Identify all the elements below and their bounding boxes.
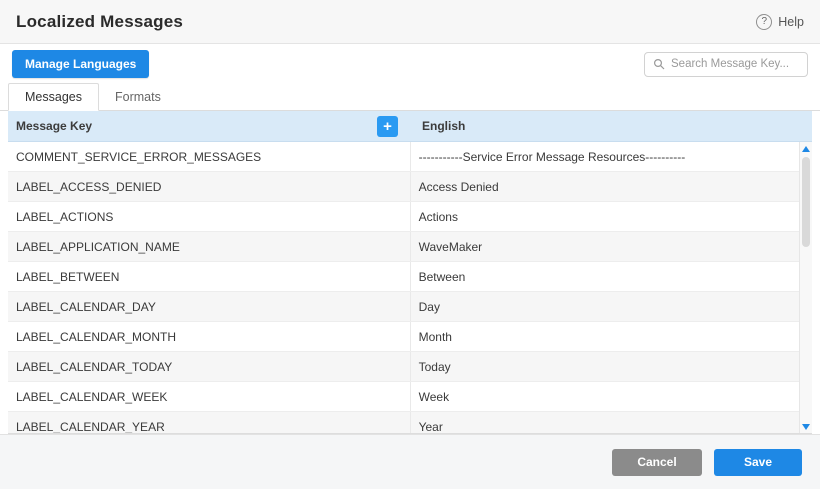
search-box[interactable] bbox=[644, 52, 808, 77]
row-english-value: Between bbox=[411, 262, 799, 291]
localized-messages-dialog: Localized Messages ? Help Manage Languag… bbox=[0, 0, 820, 489]
table-row[interactable]: LABEL_CALENDAR_DAY Day bbox=[8, 292, 799, 322]
table-row[interactable]: COMMENT_SERVICE_ERROR_MESSAGES ---------… bbox=[8, 142, 799, 172]
dialog-header: Localized Messages ? Help bbox=[0, 0, 820, 44]
search-icon bbox=[653, 58, 665, 70]
scroll-down-button[interactable] bbox=[800, 420, 813, 433]
row-message-key: COMMENT_SERVICE_ERROR_MESSAGES bbox=[8, 142, 411, 171]
row-english-value: Today bbox=[411, 352, 799, 381]
table-row[interactable]: LABEL_CALENDAR_TODAY Today bbox=[8, 352, 799, 382]
column-header-english: English bbox=[414, 111, 812, 141]
row-message-key: LABEL_CALENDAR_TODAY bbox=[8, 352, 411, 381]
scrollbar-thumb[interactable] bbox=[802, 157, 810, 247]
row-english-value: Month bbox=[411, 322, 799, 351]
table-row[interactable]: LABEL_ACCESS_DENIED Access Denied bbox=[8, 172, 799, 202]
manage-languages-button[interactable]: Manage Languages bbox=[12, 50, 149, 78]
row-english-value: Day bbox=[411, 292, 799, 321]
dialog-footer: Cancel Save bbox=[0, 434, 820, 489]
scroll-up-button[interactable] bbox=[800, 142, 813, 155]
table-row[interactable]: LABEL_CALENDAR_YEAR Year bbox=[8, 412, 799, 434]
row-message-key: LABEL_ACTIONS bbox=[8, 202, 411, 231]
tab-formats[interactable]: Formats bbox=[99, 84, 177, 110]
row-message-key: LABEL_CALENDAR_DAY bbox=[8, 292, 411, 321]
row-message-key: LABEL_BETWEEN bbox=[8, 262, 411, 291]
table-row[interactable]: LABEL_APPLICATION_NAME WaveMaker bbox=[8, 232, 799, 262]
row-english-value: -----------Service Error Message Resourc… bbox=[411, 142, 799, 171]
cancel-button[interactable]: Cancel bbox=[612, 449, 702, 476]
help-button[interactable]: ? Help bbox=[756, 14, 804, 30]
row-english-value: Year bbox=[411, 412, 799, 434]
row-message-key: LABEL_CALENDAR_MONTH bbox=[8, 322, 411, 351]
question-circle-icon: ? bbox=[756, 14, 772, 30]
arrow-down-icon bbox=[802, 424, 810, 430]
row-message-key: LABEL_CALENDAR_YEAR bbox=[8, 412, 411, 434]
table-row[interactable]: LABEL_BETWEEN Between bbox=[8, 262, 799, 292]
table-body: COMMENT_SERVICE_ERROR_MESSAGES ---------… bbox=[8, 142, 812, 434]
row-message-key: LABEL_ACCESS_DENIED bbox=[8, 172, 411, 201]
table-header-row: Message Key + English bbox=[8, 111, 812, 142]
row-english-value: WaveMaker bbox=[411, 232, 799, 261]
row-english-value: Week bbox=[411, 382, 799, 411]
row-english-value: Access Denied bbox=[411, 172, 799, 201]
tab-bar: Messages Formats bbox=[0, 84, 820, 111]
vertical-scrollbar[interactable] bbox=[799, 142, 812, 433]
column-header-message-key: Message Key + bbox=[8, 111, 414, 141]
table-row[interactable]: LABEL_ACTIONS Actions bbox=[8, 202, 799, 232]
search-input[interactable] bbox=[671, 58, 799, 70]
arrow-up-icon bbox=[802, 146, 810, 152]
table-rows: COMMENT_SERVICE_ERROR_MESSAGES ---------… bbox=[8, 142, 799, 434]
table-row[interactable]: LABEL_CALENDAR_MONTH Month bbox=[8, 322, 799, 352]
row-english-value: Actions bbox=[411, 202, 799, 231]
row-message-key: LABEL_CALENDAR_WEEK bbox=[8, 382, 411, 411]
row-message-key: LABEL_APPLICATION_NAME bbox=[8, 232, 411, 261]
page-title: Localized Messages bbox=[16, 12, 183, 32]
toolbar: Manage Languages bbox=[0, 44, 820, 84]
save-button[interactable]: Save bbox=[714, 449, 802, 476]
help-label: Help bbox=[778, 15, 804, 29]
english-column-label: English bbox=[422, 119, 465, 133]
table-row[interactable]: LABEL_CALENDAR_WEEK Week bbox=[8, 382, 799, 412]
tab-messages[interactable]: Messages bbox=[8, 83, 99, 111]
message-key-column-label: Message Key bbox=[16, 119, 92, 133]
messages-table: Message Key + English COMMENT_SERVICE_ER… bbox=[8, 111, 812, 434]
add-message-key-button[interactable]: + bbox=[377, 116, 398, 137]
